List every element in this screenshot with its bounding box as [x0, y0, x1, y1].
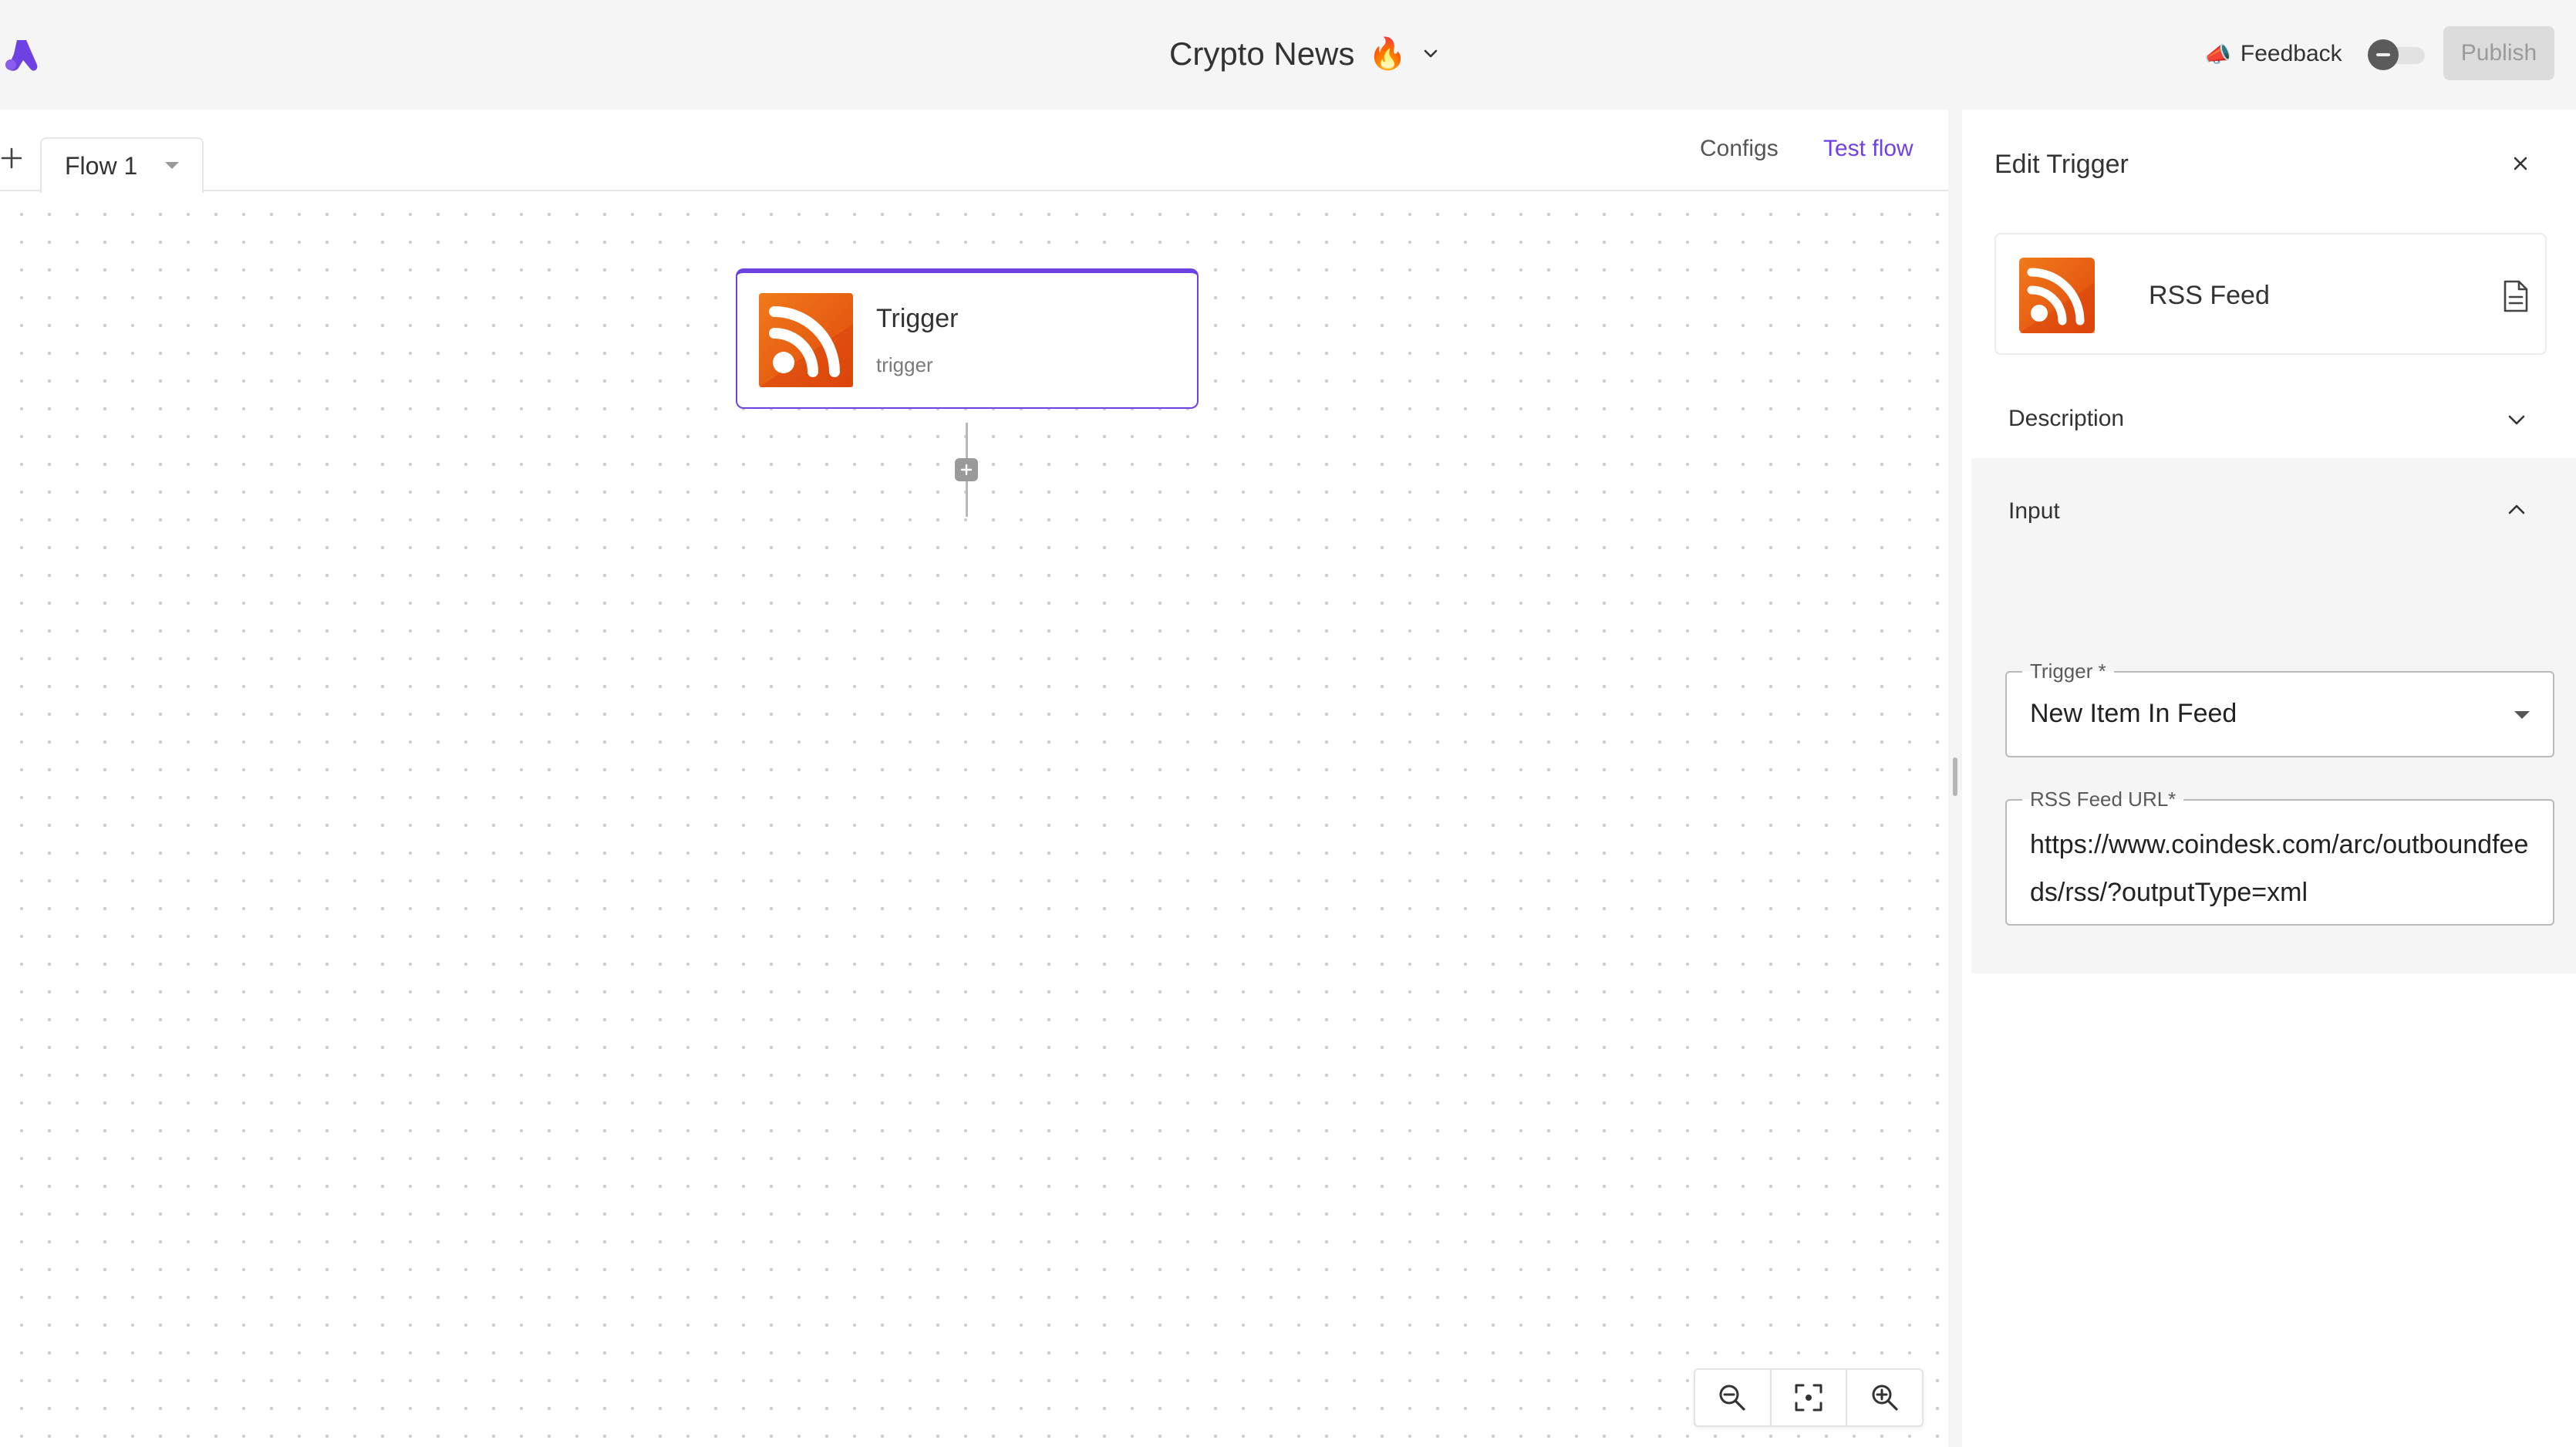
- rss-feed-url-field[interactable]: RSS Feed URL* https://www.coindesk.com/a…: [2005, 788, 2554, 926]
- app-logo-icon[interactable]: [3, 37, 40, 73]
- fit-view-icon: [1795, 1384, 1822, 1412]
- top-bar: Crypto News 🔥 📣 Feedback Publish: [0, 0, 2576, 110]
- fire-icon: 🔥: [1368, 37, 1408, 71]
- tab-menu-caret-icon[interactable]: [165, 162, 179, 169]
- trigger-step-title: Trigger: [876, 304, 959, 333]
- zoom-in-icon: [1872, 1385, 1898, 1411]
- chevron-down-icon: [1424, 49, 1438, 58]
- rss-icon: [2019, 258, 2095, 333]
- publish-button[interactable]: Publish: [2443, 26, 2554, 80]
- piece-name: RSS Feed: [2149, 281, 2270, 310]
- rss-icon: [759, 293, 853, 387]
- flow-tab-strip: Flow 1 Configs Test flow: [0, 110, 1948, 193]
- input-section: Input Trigger * New Item In Feed RSS Fee…: [1971, 458, 2576, 973]
- input-label: Input: [2008, 498, 2060, 524]
- flow-title: Crypto News: [1169, 35, 1355, 72]
- trigger-step-card[interactable]: Trigger trigger: [736, 268, 1199, 409]
- resize-handle[interactable]: [1953, 757, 1957, 796]
- chevron-up-icon: [2508, 504, 2525, 514]
- rss-url-input[interactable]: https://www.coindesk.com/arc/outboundfee…: [2030, 821, 2539, 916]
- toggle-knob: [2368, 39, 2399, 70]
- zoom-out-button[interactable]: [1695, 1370, 1772, 1425]
- zoom-in-button[interactable]: [1847, 1370, 1922, 1425]
- flow-canvas[interactable]: Trigger trigger: [0, 193, 1948, 1447]
- feedback-button[interactable]: 📣 Feedback: [2204, 37, 2342, 71]
- document-icon[interactable]: [2500, 279, 2531, 313]
- add-step-button[interactable]: [955, 458, 978, 481]
- test-flow-link[interactable]: Test flow: [1823, 136, 1913, 162]
- trigger-field-label: Trigger *: [2022, 659, 2114, 683]
- megaphone-icon: 📣: [2204, 42, 2231, 66]
- edit-trigger-panel: Edit Trigger RSS Feed Description Input …: [1962, 110, 2576, 1447]
- fit-view-button[interactable]: [1772, 1370, 1848, 1425]
- description-label: Description: [2008, 406, 2125, 431]
- rss-url-field-label: RSS Feed URL*: [2022, 788, 2184, 811]
- zoom-controls: [1694, 1368, 1924, 1427]
- panel-resize-divider[interactable]: [1948, 110, 1962, 1447]
- zoom-out-icon: [1719, 1385, 1745, 1411]
- configs-link[interactable]: Configs: [1700, 136, 1779, 162]
- trigger-step-subtitle: trigger: [876, 353, 933, 376]
- dropdown-caret-icon: [2514, 711, 2530, 719]
- plus-icon: [960, 464, 973, 476]
- description-accordion[interactable]: Description: [1971, 379, 2573, 457]
- chevron-down-icon: [2508, 415, 2525, 425]
- close-icon[interactable]: [2507, 150, 2534, 177]
- enable-flow-toggle[interactable]: [2368, 39, 2425, 70]
- add-tab-icon[interactable]: [0, 147, 23, 170]
- piece-card: RSS Feed: [1994, 233, 2547, 355]
- trigger-select[interactable]: Trigger * New Item In Feed: [2005, 659, 2554, 757]
- flow-title-dropdown[interactable]: Crypto News 🔥: [1169, 31, 1441, 77]
- feedback-label: Feedback: [2240, 41, 2342, 66]
- trigger-select-value: New Item In Feed: [2030, 699, 2237, 728]
- tab-label: Flow 1: [65, 151, 138, 180]
- tab-flow-1[interactable]: Flow 1: [40, 137, 204, 193]
- panel-title: Edit Trigger: [1994, 150, 2129, 179]
- input-accordion[interactable]: Input: [1971, 458, 2576, 543]
